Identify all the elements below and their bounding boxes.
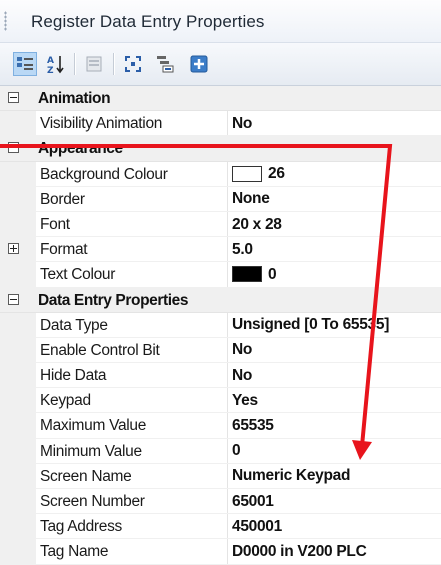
collapse-icon[interactable]: [8, 142, 19, 154]
property-row-text-colour[interactable]: Text Colour 0: [0, 262, 441, 288]
property-pages-icon: [86, 56, 102, 72]
property-pages-button[interactable]: [82, 52, 106, 76]
expand-icon: [125, 56, 141, 72]
property-value[interactable]: 5.0: [228, 237, 441, 261]
expand-plus-icon[interactable]: [8, 243, 19, 255]
property-toolbar: A Z: [0, 43, 441, 86]
property-name: Data Type: [36, 312, 228, 337]
property-row-minimum-value[interactable]: Minimum Value 0: [0, 438, 441, 464]
property-row-enable-control-bit[interactable]: Enable Control Bit No: [0, 337, 441, 364]
categorized-icon: [17, 57, 33, 70]
category-label: Data Entry Properties: [38, 291, 189, 309]
drag-grip-icon[interactable]: [4, 11, 7, 31]
property-row-keypad[interactable]: Keypad Yes: [0, 388, 441, 414]
panel-title: Register Data Entry Properties: [31, 12, 265, 31]
category-appearance[interactable]: Appearance: [0, 136, 441, 162]
property-name: Visibility Animation: [36, 111, 228, 136]
svg-text:A: A: [47, 56, 54, 66]
property-row-data-type[interactable]: Data Type Unsigned [0 To 65535]: [0, 312, 441, 338]
property-value[interactable]: 26: [228, 162, 441, 186]
plus-icon: [190, 55, 208, 73]
property-value[interactable]: 0: [228, 262, 441, 286]
collapse-icon[interactable]: [8, 92, 19, 103]
property-value[interactable]: 65001: [228, 489, 441, 513]
add-button[interactable]: [187, 52, 211, 76]
property-name: Format: [36, 237, 228, 262]
panel-title-bar: Register Data Entry Properties: [0, 0, 441, 43]
property-value[interactable]: 65535: [228, 413, 441, 437]
property-name: Hide Data: [36, 363, 228, 388]
property-name: Keypad: [36, 388, 228, 413]
category-label: Appearance: [38, 140, 123, 158]
property-row-hide-data[interactable]: Hide Data No: [0, 363, 441, 389]
property-name: Minimum Value: [36, 438, 228, 463]
property-row-tag-address[interactable]: Tag Address 450001: [0, 514, 441, 540]
settings-icon: [157, 56, 174, 73]
property-row-format[interactable]: Format 5.0: [0, 237, 441, 263]
property-row-font[interactable]: Font 20 x 28: [0, 211, 441, 238]
property-row-visibility-animation[interactable]: Visibility Animation No: [0, 111, 441, 137]
color-swatch: [232, 165, 262, 182]
settings-button[interactable]: [153, 52, 177, 76]
property-name: Border: [36, 186, 228, 211]
property-grid: Animation Visibility Animation No Appear…: [0, 86, 441, 565]
property-row-border[interactable]: Border None: [0, 186, 441, 212]
categorized-button[interactable]: [13, 52, 37, 76]
property-name: Text Colour: [36, 262, 228, 287]
toolbar-separator: [74, 53, 76, 75]
category-animation[interactable]: Animation: [0, 86, 441, 112]
alphabetical-button[interactable]: A Z: [44, 52, 68, 76]
property-name: Background Colour: [36, 161, 228, 186]
property-name: Screen Name: [36, 463, 228, 488]
property-name: Enable Control Bit: [36, 337, 228, 363]
property-row-screen-number[interactable]: Screen Number 65001: [0, 489, 441, 515]
property-value[interactable]: D0000 in V200 PLC: [228, 539, 441, 563]
property-row-tag-name[interactable]: Tag Name D0000 in V200 PLC: [0, 539, 441, 565]
property-row-screen-name[interactable]: Screen Name Numeric Keypad: [0, 463, 441, 489]
property-name: Tag Address: [36, 514, 228, 539]
property-row-maximum-value[interactable]: Maximum Value 65535: [0, 413, 441, 439]
category-data-entry-properties[interactable]: Data Entry Properties: [0, 287, 441, 313]
expand-button[interactable]: [121, 52, 145, 76]
sort-az-icon: A Z: [47, 56, 64, 74]
property-row-background-colour[interactable]: Background Colour 26: [0, 161, 441, 187]
property-name: Font: [36, 211, 228, 237]
category-label: Animation: [38, 90, 111, 107]
property-value[interactable]: None: [228, 187, 441, 211]
toolbar-separator: [113, 53, 115, 75]
collapse-icon[interactable]: [8, 293, 19, 305]
property-value[interactable]: 450001: [228, 514, 441, 538]
property-value[interactable]: No: [228, 111, 441, 135]
property-value[interactable]: No: [228, 363, 441, 387]
property-name: Maximum Value: [36, 413, 228, 438]
property-value[interactable]: 0: [228, 439, 441, 463]
svg-text:Z: Z: [47, 66, 54, 74]
property-value[interactable]: 20 x 28: [228, 212, 441, 236]
property-name: Tag Name: [36, 539, 228, 564]
color-swatch: [232, 266, 262, 283]
property-value[interactable]: Yes: [228, 388, 441, 412]
property-value[interactable]: Numeric Keypad: [228, 464, 441, 488]
property-value[interactable]: Unsigned [0 To 65535]: [228, 313, 441, 337]
property-name: Screen Number: [36, 489, 228, 514]
property-value[interactable]: No: [228, 338, 441, 362]
